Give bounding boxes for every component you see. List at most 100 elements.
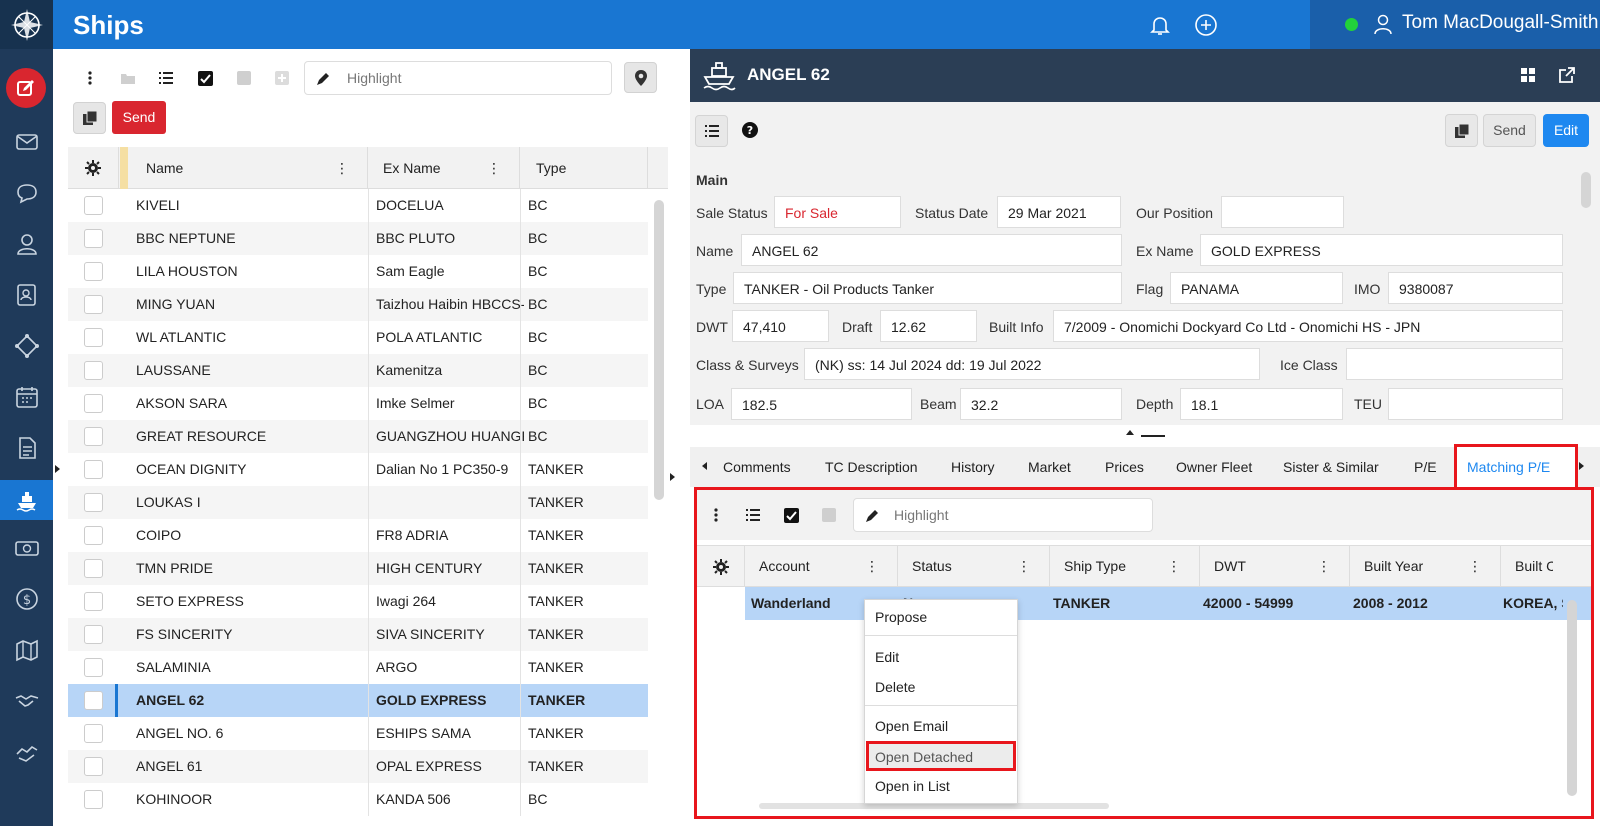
- table-row[interactable]: LILA HOUSTON Sam Eagle BC: [68, 255, 648, 288]
- row-checkbox[interactable]: [84, 625, 103, 644]
- sale-status-field[interactable]: For Sale: [774, 196, 901, 228]
- compass-logo-icon[interactable]: [0, 0, 53, 49]
- row-checkbox[interactable]: [84, 427, 103, 446]
- row-checkbox[interactable]: [84, 460, 103, 479]
- cash-icon[interactable]: [0, 528, 53, 568]
- document-icon[interactable]: [0, 428, 53, 468]
- tab-owner-fleet[interactable]: Owner Fleet: [1176, 459, 1252, 475]
- more-vert-icon[interactable]: [79, 67, 101, 89]
- tab-pe[interactable]: P/E: [1414, 459, 1437, 475]
- row-checkbox[interactable]: [84, 493, 103, 512]
- dwt-field[interactable]: 47,410: [732, 310, 829, 342]
- row-checkbox[interactable]: [84, 196, 103, 215]
- column-menu-icon[interactable]: ⋮: [1167, 546, 1181, 587]
- table-row[interactable]: SETO EXPRESS Iwagi 264 TANKER: [68, 585, 648, 618]
- column-menu-icon[interactable]: ⋮: [1017, 546, 1031, 587]
- open-external-icon[interactable]: [1558, 66, 1576, 87]
- folder-icon[interactable]: [117, 67, 139, 89]
- row-checkbox[interactable]: [84, 757, 103, 776]
- column-menu-icon[interactable]: ⋮: [865, 546, 879, 587]
- tab-market[interactable]: Market: [1028, 459, 1071, 475]
- flag-field[interactable]: PANAMA: [1170, 272, 1343, 304]
- row-checkbox[interactable]: [84, 262, 103, 281]
- imo-field[interactable]: 9380087: [1388, 272, 1563, 304]
- tabs-scroll-left-icon[interactable]: [702, 462, 707, 470]
- menu-item-open-email[interactable]: Open Email: [875, 718, 948, 734]
- column-header-name[interactable]: Name ⋮: [128, 147, 368, 189]
- bell-icon[interactable]: [1147, 12, 1173, 38]
- column-menu-icon[interactable]: ⋮: [1468, 546, 1482, 587]
- column-header-account[interactable]: Account ⋮: [745, 546, 898, 587]
- table-row[interactable]: LAUSSANE Kamenitza BC: [68, 354, 648, 387]
- map-icon[interactable]: [0, 630, 53, 670]
- highlight-input[interactable]: Highlight: [853, 498, 1153, 532]
- splitter-handle[interactable]: [1141, 435, 1165, 437]
- row-checkbox[interactable]: [84, 394, 103, 413]
- collapse-up-icon[interactable]: [1126, 430, 1134, 435]
- uncheck-icon[interactable]: [233, 67, 255, 89]
- menu-item-delete[interactable]: Delete: [875, 679, 915, 695]
- table-row[interactable]: COIPO FR8 ADRIA TANKER: [68, 519, 648, 552]
- row-checkbox[interactable]: [84, 658, 103, 677]
- form-scrollbar[interactable]: [1581, 172, 1591, 208]
- table-row[interactable]: AKSON SARA Imke Selmer BC: [68, 387, 648, 420]
- edit-button[interactable]: Edit: [1543, 114, 1589, 147]
- table-row[interactable]: OCEAN DIGNITY Dalian No 1 PC350-9 TANKER: [68, 453, 648, 486]
- list-icon[interactable]: [155, 67, 177, 89]
- grid-scrollbar[interactable]: [654, 200, 664, 500]
- check-all-icon[interactable]: [780, 504, 802, 526]
- deal-icon[interactable]: [0, 732, 53, 772]
- ex-name-field[interactable]: GOLD EXPRESS: [1200, 234, 1563, 266]
- status-date-field[interactable]: 29 Mar 2021: [997, 196, 1121, 228]
- class-surveys-field[interactable]: (NK) ss: 14 Jul 2024 dd: 19 Jul 2022: [804, 348, 1260, 380]
- column-header-ex-name[interactable]: Ex Name ⋮: [368, 147, 520, 189]
- ice-class-field[interactable]: [1346, 348, 1563, 380]
- matching-scrollbar[interactable]: [1567, 600, 1577, 796]
- menu-item-edit[interactable]: Edit: [875, 649, 899, 665]
- row-checkbox[interactable]: [84, 559, 103, 578]
- table-row[interactable]: SALAMINIA ARGO TANKER: [68, 651, 648, 684]
- table-row[interactable]: WL ATLANTIC POLA ATLANTIC BC: [68, 321, 648, 354]
- row-checkbox[interactable]: [84, 295, 103, 314]
- contacts-icon[interactable]: [0, 275, 53, 315]
- our-position-field[interactable]: [1221, 196, 1344, 228]
- network-icon[interactable]: [0, 326, 53, 366]
- list-icon[interactable]: [742, 504, 764, 526]
- person-icon[interactable]: [0, 224, 53, 264]
- check-all-icon[interactable]: [194, 67, 216, 89]
- tab-tc-description[interactable]: TC Description: [825, 459, 918, 475]
- location-pin-button[interactable]: [624, 62, 657, 93]
- column-menu-icon[interactable]: ⋮: [487, 147, 501, 189]
- layout-icon[interactable]: [1520, 67, 1536, 86]
- tab-prices[interactable]: Prices: [1105, 459, 1144, 475]
- beam-field[interactable]: 32.2: [960, 388, 1122, 420]
- uncheck-icon[interactable]: [818, 504, 840, 526]
- send-button[interactable]: Send: [112, 101, 166, 134]
- column-header-built-country[interactable]: Built Co: [1501, 546, 1553, 587]
- column-header-built-year[interactable]: Built Year ⋮: [1350, 546, 1501, 587]
- tab-sister-similar[interactable]: Sister & Similar: [1283, 459, 1379, 475]
- collapse-left-icon[interactable]: [55, 465, 60, 473]
- column-header-type[interactable]: Type: [520, 147, 648, 189]
- add-box-icon[interactable]: [271, 67, 293, 89]
- menu-item-open-detached[interactable]: Open Detached: [866, 741, 1016, 771]
- highlight-input[interactable]: Highlight: [304, 61, 612, 95]
- menu-item-propose[interactable]: Propose: [875, 609, 927, 625]
- list-view-button[interactable]: [695, 115, 728, 147]
- teu-field[interactable]: [1388, 388, 1563, 420]
- user-menu[interactable]: Tom MacDougall-Smith: [1310, 0, 1600, 49]
- collapse-right-icon[interactable]: [670, 473, 675, 481]
- row-checkbox[interactable]: [84, 328, 103, 347]
- column-header-status[interactable]: Status ⋮: [898, 546, 1050, 587]
- column-header-dwt[interactable]: DWT ⋮: [1200, 546, 1350, 587]
- send-button[interactable]: Send: [1483, 114, 1536, 147]
- loa-field[interactable]: 182.5: [731, 388, 912, 420]
- chat-icon[interactable]: [0, 173, 53, 213]
- grid-settings-icon[interactable]: [68, 147, 119, 189]
- table-row[interactable]: BBC NEPTUNE BBC PLUTO BC: [68, 222, 648, 255]
- table-row[interactable]: LOUKAS I TANKER: [68, 486, 648, 519]
- table-row[interactable]: MING YUAN Taizhou Haibin HBCCS- BC: [68, 288, 648, 321]
- row-checkbox[interactable]: [84, 592, 103, 611]
- add-circle-icon[interactable]: [1193, 12, 1219, 38]
- compose-icon[interactable]: [6, 68, 46, 108]
